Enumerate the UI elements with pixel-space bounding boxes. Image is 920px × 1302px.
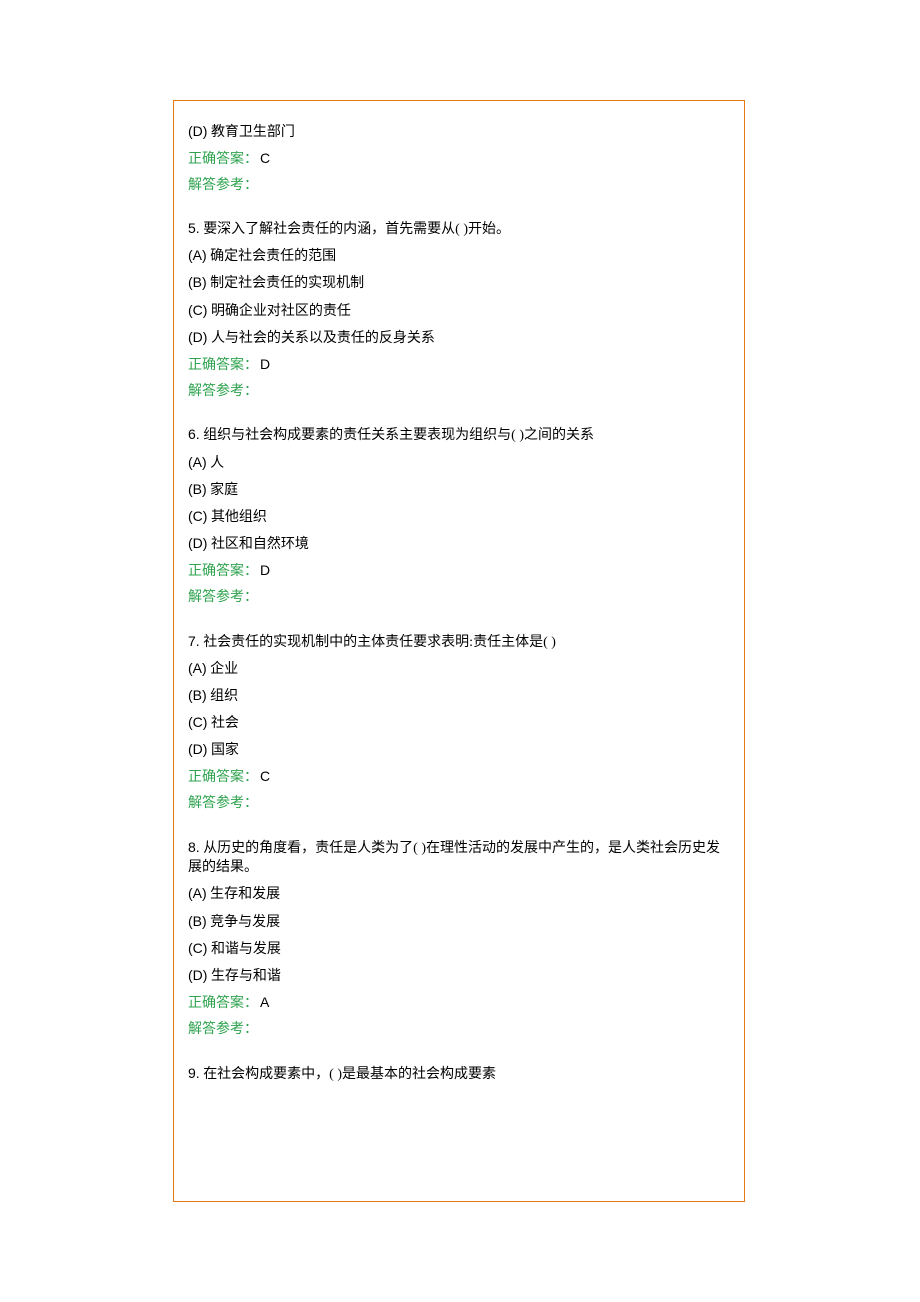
question-6-stem: 6. 组织与社会构成要素的责任关系主要表现为组织与( )之间的关系 (188, 425, 730, 446)
question-number: 9. (188, 1065, 200, 1081)
answer-letter: C (260, 768, 270, 784)
option-label: (A) (188, 247, 207, 263)
question-7-reference: 解答参考： (188, 794, 730, 814)
answer-letter: A (260, 994, 269, 1010)
answer-prefix: 正确答案： (188, 564, 258, 579)
option-label: (A) (188, 885, 207, 901)
option-label: (D) (188, 329, 207, 345)
option-label: (D) (188, 535, 207, 551)
option-text: 社会 (207, 716, 239, 731)
question-7: 7. 社会责任的实现机制中的主体责任要求表明:责任主体是( ) (A) 企业 (… (188, 632, 730, 814)
answer-letter: D (260, 562, 270, 578)
question-4-answer: 正确答案：C (188, 149, 730, 170)
question-7-stem: 7. 社会责任的实现机制中的主体责任要求表明:责任主体是( ) (188, 632, 730, 653)
answer-prefix: 正确答案： (188, 996, 258, 1011)
option-label: (B) (188, 481, 207, 497)
question-6-option-a: (A) 人 (188, 453, 730, 474)
question-7-answer: 正确答案：C (188, 767, 730, 788)
answer-prefix: 正确答案： (188, 358, 258, 373)
option-text: 生存和发展 (207, 887, 281, 902)
page: (D) 教育卫生部门 正确答案：C 解答参考： 5. 要深入了解社会责任的内涵，… (0, 0, 920, 1302)
option-label: (A) (188, 660, 207, 676)
question-8-stem: 8. 从历史的角度看，责任是人类为了( )在理性活动的发展中产生的，是人类社会历… (188, 838, 730, 878)
question-4-reference: 解答参考： (188, 176, 730, 196)
question-7-option-c: (C) 社会 (188, 713, 730, 734)
option-label: (D) (188, 967, 207, 983)
option-label: (C) (188, 302, 207, 318)
question-6-reference: 解答参考： (188, 588, 730, 608)
option-text: 国家 (207, 743, 239, 758)
question-text: 组织与社会构成要素的责任关系主要表现为组织与( )之间的关系 (200, 428, 594, 443)
option-text: 竞争与发展 (207, 915, 281, 930)
option-text: 人 (207, 456, 225, 471)
question-6-option-d: (D) 社区和自然环境 (188, 534, 730, 555)
option-text: 其他组织 (207, 510, 267, 525)
question-7-option-d: (D) 国家 (188, 740, 730, 761)
option-label: (B) (188, 913, 207, 929)
question-8-reference: 解答参考： (188, 1020, 730, 1040)
answer-prefix: 正确答案： (188, 770, 258, 785)
content-box: (D) 教育卫生部门 正确答案：C 解答参考： 5. 要深入了解社会责任的内涵，… (173, 100, 745, 1202)
option-label: (B) (188, 687, 207, 703)
question-5: 5. 要深入了解社会责任的内涵，首先需要从( )开始。 (A) 确定社会责任的范… (188, 219, 730, 401)
question-5-answer: 正确答案：D (188, 355, 730, 376)
option-text: 和谐与发展 (207, 942, 281, 957)
question-6-answer: 正确答案：D (188, 561, 730, 582)
option-text: 家庭 (207, 483, 239, 498)
option-text: 制定社会责任的实现机制 (207, 276, 365, 291)
question-text: 在社会构成要素中，( )是最基本的社会构成要素 (200, 1067, 496, 1082)
question-6-option-c: (C) 其他组织 (188, 507, 730, 528)
question-8-option-d: (D) 生存与和谐 (188, 966, 730, 987)
option-label: (D) (188, 123, 207, 139)
option-label: (C) (188, 508, 207, 524)
question-number: 6. (188, 426, 200, 442)
option-label: (C) (188, 714, 207, 730)
question-5-option-b: (B) 制定社会责任的实现机制 (188, 273, 730, 294)
option-label: (D) (188, 741, 207, 757)
question-8-option-a: (A) 生存和发展 (188, 884, 730, 905)
option-text: 社区和自然环境 (207, 537, 309, 552)
option-text: 明确企业对社区的责任 (207, 304, 351, 319)
question-number: 7. (188, 633, 200, 649)
question-8: 8. 从历史的角度看，责任是人类为了( )在理性活动的发展中产生的，是人类社会历… (188, 838, 730, 1040)
option-text: 组织 (207, 689, 239, 704)
answer-letter: D (260, 356, 270, 372)
option-text: 生存与和谐 (207, 969, 281, 984)
option-label: (A) (188, 454, 207, 470)
option-text: 教育卫生部门 (207, 125, 295, 140)
question-6-option-b: (B) 家庭 (188, 480, 730, 501)
question-9-stem: 9. 在社会构成要素中，( )是最基本的社会构成要素 (188, 1064, 730, 1085)
option-label: (B) (188, 274, 207, 290)
question-7-option-a: (A) 企业 (188, 659, 730, 680)
option-text: 确定社会责任的范围 (207, 249, 337, 264)
question-5-option-c: (C) 明确企业对社区的责任 (188, 301, 730, 322)
question-7-option-b: (B) 组织 (188, 686, 730, 707)
question-5-option-a: (A) 确定社会责任的范围 (188, 246, 730, 267)
question-8-answer: 正确答案：A (188, 993, 730, 1014)
question-5-reference: 解答参考： (188, 382, 730, 402)
question-5-stem: 5. 要深入了解社会责任的内涵，首先需要从( )开始。 (188, 219, 730, 240)
question-9-head: 9. 在社会构成要素中，( )是最基本的社会构成要素 (188, 1064, 730, 1085)
question-text: 社会责任的实现机制中的主体责任要求表明:责任主体是( ) (200, 635, 556, 650)
question-8-option-c: (C) 和谐与发展 (188, 939, 730, 960)
option-label: (C) (188, 940, 207, 956)
option-text: 人与社会的关系以及责任的反身关系 (207, 331, 435, 346)
answer-letter: C (260, 150, 270, 166)
question-text: 从历史的角度看，责任是人类为了( )在理性活动的发展中产生的，是人类社会历史发展… (188, 841, 720, 876)
option-text: 企业 (207, 662, 239, 677)
answer-prefix: 正确答案： (188, 152, 258, 167)
question-5-option-d: (D) 人与社会的关系以及责任的反身关系 (188, 328, 730, 349)
question-text: 要深入了解社会责任的内涵，首先需要从( )开始。 (200, 222, 510, 237)
question-number: 8. (188, 839, 200, 855)
question-8-option-b: (B) 竞争与发展 (188, 912, 730, 933)
question-4-option-d: (D) 教育卫生部门 (188, 122, 730, 143)
question-4-tail: (D) 教育卫生部门 正确答案：C 解答参考： (188, 122, 730, 196)
question-number: 5. (188, 220, 200, 236)
question-6: 6. 组织与社会构成要素的责任关系主要表现为组织与( )之间的关系 (A) 人 … (188, 425, 730, 607)
